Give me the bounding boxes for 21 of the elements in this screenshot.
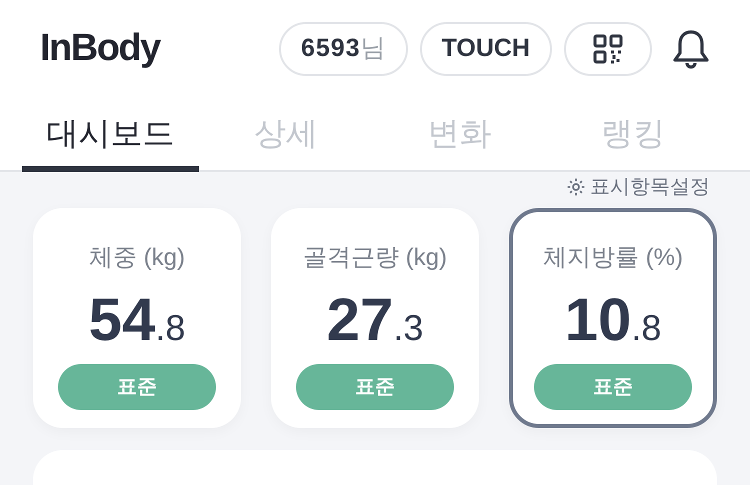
status-pill: 표준 [296, 364, 454, 410]
metric-label: 체지방률 (%) [542, 242, 683, 273]
status-pill: 표준 [534, 364, 692, 410]
metric-card[interactable]: 골격근량 (kg) 27.3 표준 [270, 208, 479, 428]
touch-button[interactable]: TOUCH [420, 22, 552, 76]
metric-value: 54.8 [88, 290, 186, 350]
user-badge[interactable]: 6593님 [278, 22, 408, 76]
logo: InBody [40, 26, 160, 72]
metric-card[interactable]: 체지방률 (%) 10.8 표준 [508, 208, 717, 428]
metric-label: 체중 (kg) [88, 242, 185, 273]
display-settings-link[interactable]: 표시항목설정 [566, 172, 710, 202]
status-pill: 표준 [58, 364, 216, 410]
settings-icon [566, 176, 586, 197]
qr-code-button[interactable] [564, 22, 652, 76]
metric-value: 27.3 [326, 290, 424, 350]
qr-code-icon [593, 34, 623, 64]
metric-card[interactable]: 체중 (kg) 54.8 표준 [33, 208, 241, 428]
metric-label: 골격근량 (kg) [302, 242, 447, 273]
metric-value: 10.8 [564, 290, 662, 350]
tab[interactable]: 대시보드 [22, 97, 199, 172]
notification-bell-icon[interactable] [672, 28, 710, 70]
